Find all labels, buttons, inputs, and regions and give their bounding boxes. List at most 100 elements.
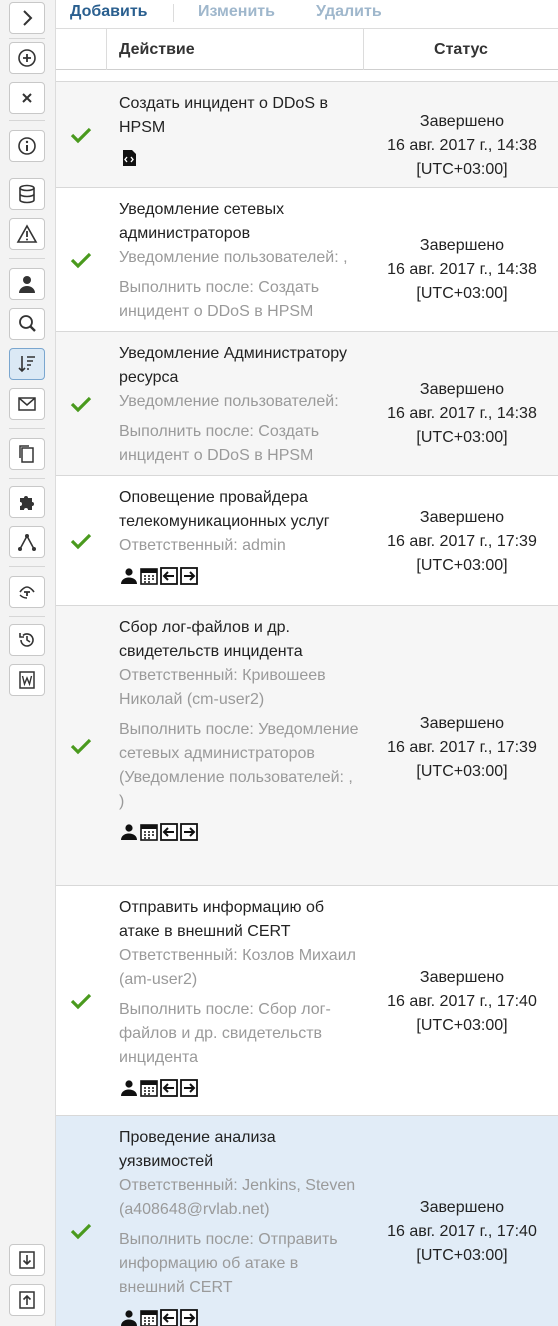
calendar-icon[interactable] — [139, 1078, 159, 1098]
status-line: Завершено — [419, 113, 505, 130]
arrow-left-icon[interactable] — [159, 566, 179, 586]
user-icon[interactable] — [119, 1078, 139, 1098]
row-icons — [119, 148, 359, 168]
arrow-right-icon[interactable] — [179, 566, 199, 586]
table-row[interactable]: Создать инцидент о DDoS в HPSM Завершено 1… — [56, 82, 558, 188]
row-meta: Выполнить после: Сбор лог-файлов и др. с… — [119, 1001, 331, 1066]
status-line: Завершено — [419, 1199, 505, 1216]
search-user-icon[interactable] — [9, 308, 45, 340]
row-title: Сбор лог-файлов и др. свидетельств инцид… — [119, 619, 303, 660]
calendar-icon[interactable] — [139, 566, 159, 586]
column-header-status[interactable]: Статус — [364, 29, 558, 70]
info-icon[interactable] — [9, 130, 45, 162]
envelope-icon[interactable] — [9, 388, 45, 420]
row-status: Завершено 16 авг. 2017 г., 17:39 [UTC+03:0… — [374, 712, 550, 784]
status-line: Завершено — [419, 969, 505, 986]
table-row[interactable]: Отправить информацию об атаке в внешний … — [56, 886, 558, 1116]
status-line: [UTC+03:00] — [416, 285, 508, 302]
row-meta: Выполнить после: Создать инцидент о DDoS… — [119, 423, 320, 464]
row-meta: Ответственный: Jenkins, Steven (a408648@… — [119, 1177, 356, 1218]
database-icon[interactable] — [9, 178, 45, 210]
user-icon[interactable] — [119, 566, 139, 586]
arrow-left-icon[interactable] — [159, 1078, 179, 1098]
calendar-icon[interactable] — [139, 822, 159, 842]
arrow-left-icon[interactable] — [159, 822, 179, 842]
row-meta: Выполнить после: Создать инцидент о DDoS… — [119, 279, 320, 320]
row-status: Завершено 16 авг. 2017 г., 17:40 [UTC+03:0… — [374, 1196, 550, 1268]
warning-icon[interactable] — [9, 218, 45, 250]
status-line: 16 авг. 2017 г., 17:39 — [387, 739, 537, 756]
delete-button[interactable]: Удалить — [316, 3, 382, 21]
user-icon[interactable] — [119, 822, 139, 842]
status-line: [UTC+03:00] — [416, 161, 508, 178]
divider — [9, 258, 45, 259]
checkmark-icon — [70, 993, 92, 1010]
user-icon[interactable] — [119, 1308, 139, 1326]
row-content: Сбор лог-файлов и др. свидетельств инцид… — [119, 616, 359, 842]
row-title: Отправить информацию об атаке в внешний … — [119, 899, 325, 940]
list-row-partial — [56, 70, 558, 82]
table-row[interactable]: Проведение анализа уязвимостей Ответствен… — [56, 1116, 558, 1326]
row-meta: Уведомление пользователей: , — [119, 249, 348, 266]
row-meta: Выполнить после: Отправить информацию об… — [119, 1231, 338, 1296]
action-toolbar: Добавить Изменить Удалить — [56, 0, 558, 28]
divider — [9, 428, 45, 429]
upload-icon[interactable] — [9, 1284, 45, 1316]
status-line: [UTC+03:00] — [416, 763, 508, 780]
word-icon[interactable] — [9, 664, 45, 696]
add-button[interactable]: Добавить — [70, 3, 148, 21]
copy-icon[interactable] — [9, 438, 45, 470]
column-header-action[interactable]: Действие — [119, 29, 195, 70]
row-status: Завершено 16 авг. 2017 г., 14:38 [UTC+03:0… — [374, 378, 550, 450]
table-header: Действие Статус — [56, 28, 558, 70]
divider — [9, 566, 45, 567]
status-line: 16 авг. 2017 г., 14:38 — [387, 261, 537, 278]
status-line: [UTC+03:00] — [416, 1247, 508, 1264]
row-meta: Ответственный: Козлов Михаил (am-user2) — [119, 947, 356, 988]
toolbar-divider — [173, 4, 174, 22]
graph-icon[interactable] — [9, 526, 45, 558]
status-line: 16 авг. 2017 г., 17:40 — [387, 993, 537, 1010]
arrow-left-icon[interactable] — [159, 1308, 179, 1326]
arrow-right-icon[interactable] — [179, 1078, 199, 1098]
row-title: Уведомление сетевых администраторов — [119, 201, 285, 242]
status-line: 16 авг. 2017 г., 17:40 — [387, 1223, 537, 1240]
row-meta: Ответственный: admin — [119, 537, 286, 554]
status-line: [UTC+03:00] — [416, 1017, 508, 1034]
table-row[interactable]: Уведомление сетевых администраторов Уведо… — [56, 188, 558, 332]
row-title: Создать инцидент о DDoS в HPSM — [119, 95, 328, 136]
script-icon[interactable] — [119, 148, 139, 168]
link-icon[interactable] — [9, 576, 45, 608]
divider — [9, 478, 45, 479]
column-divider — [106, 29, 107, 70]
download-icon[interactable] — [9, 1244, 45, 1276]
row-status: Завершено 16 авг. 2017 г., 17:40 [UTC+03:0… — [374, 966, 550, 1038]
user-icon[interactable] — [9, 268, 45, 300]
table-row[interactable]: Уведомление Администратору ресурса Уведом… — [56, 332, 558, 476]
arrow-right-icon[interactable] — [179, 1308, 199, 1326]
edit-button[interactable]: Изменить — [198, 3, 275, 21]
checkmark-icon — [70, 1223, 92, 1240]
expand-icon[interactable] — [9, 2, 45, 34]
status-line: 16 авг. 2017 г., 14:38 — [387, 405, 537, 422]
checkmark-icon — [70, 396, 92, 413]
divider — [9, 38, 45, 39]
sort-icon[interactable] — [9, 348, 45, 380]
row-content: Уведомление сетевых администраторов Уведо… — [119, 198, 359, 324]
row-icons — [119, 822, 359, 842]
calendar-icon[interactable] — [139, 1308, 159, 1326]
table-row[interactable]: Сбор лог-файлов и др. свидетельств инцид… — [56, 606, 558, 886]
status-line: [UTC+03:00] — [416, 429, 508, 446]
add-circle-icon[interactable] — [9, 42, 45, 74]
table-row[interactable]: Оповещение провайдера телекомуникационны… — [56, 476, 558, 606]
status-line: Завершено — [419, 381, 505, 398]
row-meta: Ответственный: Кривошеев Николай (cm-use… — [119, 667, 326, 708]
puzzle-icon[interactable] — [9, 486, 45, 518]
status-line: 16 авг. 2017 г., 14:38 — [387, 137, 537, 154]
history-icon[interactable] — [9, 624, 45, 656]
close-icon[interactable] — [9, 82, 45, 114]
checkmark-icon — [70, 738, 92, 755]
row-status: Завершено 16 авг. 2017 г., 14:38 [UTC+03:0… — [374, 110, 550, 182]
arrow-right-icon[interactable] — [179, 822, 199, 842]
status-line: Завершено — [419, 715, 505, 732]
